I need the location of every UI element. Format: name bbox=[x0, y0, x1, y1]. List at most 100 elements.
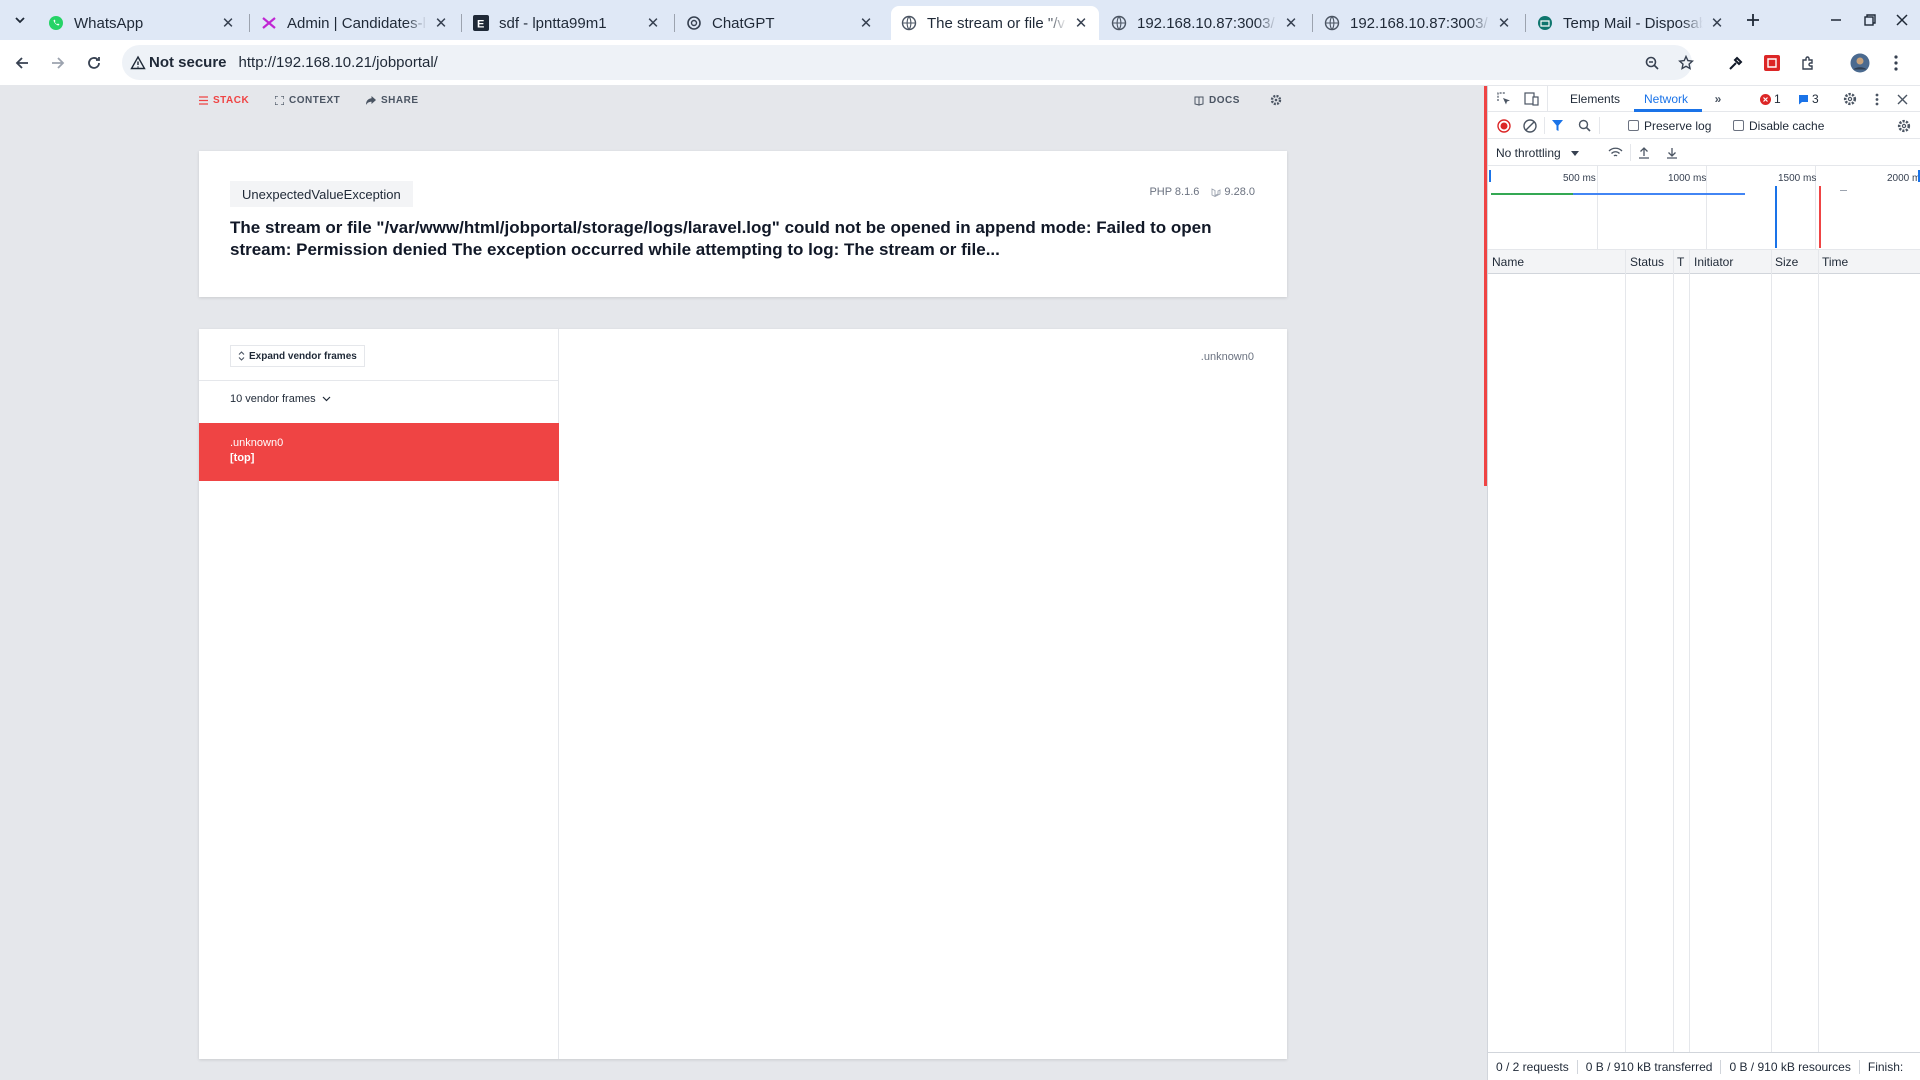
close-icon[interactable]: ✕ bbox=[1496, 15, 1512, 32]
column-status[interactable]: Status bbox=[1630, 255, 1664, 269]
more-tabs-icon[interactable]: » bbox=[1710, 91, 1726, 107]
throttling-select[interactable]: No throttling bbox=[1496, 146, 1579, 160]
tab-title: sdf - lpntta99m1 bbox=[499, 14, 607, 32]
tab-elements[interactable]: Elements bbox=[1570, 92, 1620, 106]
message-counter[interactable]: 3 bbox=[1798, 92, 1819, 106]
tab-ip-3003-b[interactable]: 192.168.10.87:3003/ ✕ bbox=[1314, 6, 1522, 40]
preserve-log-checkbox[interactable]: Preserve log bbox=[1628, 119, 1711, 133]
search-icon bbox=[1578, 119, 1591, 132]
frame-file: .unknown0 bbox=[230, 437, 284, 449]
request-table-header: Name Status T Initiator Size Time bbox=[1488, 250, 1920, 274]
error-icon bbox=[1760, 93, 1771, 105]
address-bar[interactable]: Not secure http://192.168.10.21/jobporta… bbox=[122, 45, 1692, 80]
reload-button[interactable] bbox=[82, 51, 106, 75]
red-extension[interactable] bbox=[1760, 51, 1784, 75]
gear-icon bbox=[1270, 94, 1282, 106]
close-window-button[interactable] bbox=[1890, 8, 1914, 32]
gear-icon bbox=[1897, 119, 1910, 132]
new-tab-button[interactable] bbox=[1741, 8, 1765, 32]
timeline-selection-handle[interactable] bbox=[1489, 170, 1491, 182]
extensions-button[interactable] bbox=[1796, 51, 1820, 75]
preserve-log-label: Preserve log bbox=[1644, 119, 1712, 133]
network-conditions-button[interactable] bbox=[1608, 145, 1623, 160]
disable-cache-checkbox[interactable]: Disable cache bbox=[1733, 119, 1824, 133]
network-settings-button[interactable] bbox=[1896, 118, 1911, 133]
browser-tab-strip: WhatsApp ✕ Admin | Candidates-l ✕ E sdf … bbox=[0, 0, 1920, 40]
tab-temp-mail[interactable]: Temp Mail - Disposab ✕ bbox=[1527, 6, 1735, 40]
profile-button[interactable] bbox=[1848, 51, 1872, 75]
export-har-button[interactable] bbox=[1664, 145, 1679, 160]
forward-button[interactable] bbox=[46, 51, 70, 75]
tab-ip-3003-a[interactable]: 192.168.10.87:3003/ ✕ bbox=[1101, 6, 1309, 40]
close-icon[interactable]: ✕ bbox=[645, 15, 661, 32]
laravel-icon bbox=[1211, 188, 1221, 197]
minimize-button[interactable] bbox=[1824, 8, 1848, 32]
nav-context[interactable]: CONTEXT bbox=[275, 95, 340, 106]
bookmark-button[interactable] bbox=[1674, 51, 1698, 75]
globe-icon bbox=[1324, 15, 1340, 31]
close-devtools-button[interactable] bbox=[1894, 91, 1910, 107]
record-button[interactable] bbox=[1496, 118, 1511, 133]
stack-icon bbox=[199, 96, 208, 105]
dropdown-arrow-icon bbox=[1570, 150, 1579, 156]
transferred-size: 0 B / 910 kB transferred bbox=[1578, 1059, 1722, 1074]
close-icon[interactable]: ✕ bbox=[433, 15, 449, 32]
tab-sdf[interactable]: E sdf - lpntta99m1 ✕ bbox=[463, 6, 671, 40]
import-har-button[interactable] bbox=[1636, 145, 1651, 160]
network-overview-timeline[interactable]: 500 ms 1000 ms 1500 ms 2000 m bbox=[1488, 166, 1920, 250]
filter-icon bbox=[1552, 120, 1563, 131]
back-button[interactable] bbox=[10, 51, 34, 75]
version-info: PHP 8.1.6 9.28.0 bbox=[1149, 186, 1255, 198]
search-button[interactable] bbox=[1577, 118, 1592, 133]
error-counter[interactable]: 1 bbox=[1760, 92, 1781, 106]
security-indicator[interactable]: Not secure bbox=[130, 54, 227, 71]
restore-button[interactable] bbox=[1858, 8, 1882, 32]
wifi-settings-icon bbox=[1608, 147, 1623, 157]
close-icon[interactable]: ✕ bbox=[1709, 15, 1725, 32]
nav-stack[interactable]: STACK bbox=[199, 95, 249, 106]
tab-admin-candidates[interactable]: Admin | Candidates-l ✕ bbox=[251, 6, 459, 40]
column-name[interactable]: Name bbox=[1492, 255, 1524, 269]
tab-stream-error[interactable]: The stream or file "/v ✕ bbox=[891, 6, 1099, 40]
close-icon[interactable]: ✕ bbox=[858, 15, 874, 32]
eyedropper-extension[interactable] bbox=[1724, 51, 1748, 75]
warning-icon bbox=[130, 55, 146, 69]
devtools-menu-button[interactable] bbox=[1871, 91, 1883, 107]
zoom-button[interactable] bbox=[1640, 51, 1664, 75]
url-text[interactable]: http://192.168.10.21/jobportal/ bbox=[239, 54, 438, 71]
close-icon bbox=[1896, 14, 1908, 26]
column-size[interactable]: Size bbox=[1775, 255, 1798, 269]
tab-search-button[interactable] bbox=[8, 8, 32, 32]
tab-network[interactable]: Network bbox=[1644, 92, 1688, 106]
close-icon[interactable]: ✕ bbox=[220, 15, 236, 32]
filter-button[interactable] bbox=[1550, 118, 1565, 133]
tab-title: WhatsApp bbox=[74, 14, 144, 32]
settings-button[interactable] bbox=[1270, 94, 1282, 106]
inspect-element-button[interactable] bbox=[1496, 91, 1512, 107]
nav-docs[interactable]: DOCS bbox=[1194, 95, 1240, 106]
tab-chatgpt[interactable]: ChatGPT ✕ bbox=[676, 6, 884, 40]
clear-button[interactable] bbox=[1522, 118, 1537, 133]
column-type[interactable]: T bbox=[1677, 255, 1684, 269]
expand-vendor-frames-button[interactable]: Expand vendor frames bbox=[230, 345, 365, 367]
exception-class-badge: UnexpectedValueException bbox=[230, 181, 413, 207]
column-time[interactable]: Time bbox=[1822, 255, 1848, 269]
column-initiator[interactable]: Initiator bbox=[1694, 255, 1733, 269]
chevron-up-down-icon bbox=[238, 351, 245, 361]
close-icon[interactable]: ✕ bbox=[1283, 15, 1299, 32]
browser-menu-button[interactable] bbox=[1884, 51, 1908, 75]
tab-whatsapp[interactable]: WhatsApp ✕ bbox=[38, 6, 246, 40]
load-marker bbox=[1819, 186, 1821, 248]
device-toolbar-button[interactable] bbox=[1523, 91, 1539, 107]
eyedropper-icon bbox=[1729, 56, 1743, 70]
nav-share-label: SHARE bbox=[381, 95, 419, 106]
tab-title: ChatGPT bbox=[712, 14, 775, 32]
record-icon bbox=[1496, 118, 1511, 133]
tab-title: 192.168.10.87:3003/ bbox=[1350, 14, 1488, 32]
close-icon[interactable]: ✕ bbox=[1073, 15, 1089, 32]
nav-share[interactable]: SHARE bbox=[366, 95, 419, 106]
vendor-frames-label: 10 vendor frames bbox=[230, 392, 316, 405]
active-frame[interactable]: .unknown0 [top] bbox=[199, 423, 559, 481]
vendor-frames-toggle[interactable]: 10 vendor frames bbox=[199, 380, 559, 416]
devtools-settings-button[interactable] bbox=[1842, 91, 1858, 107]
